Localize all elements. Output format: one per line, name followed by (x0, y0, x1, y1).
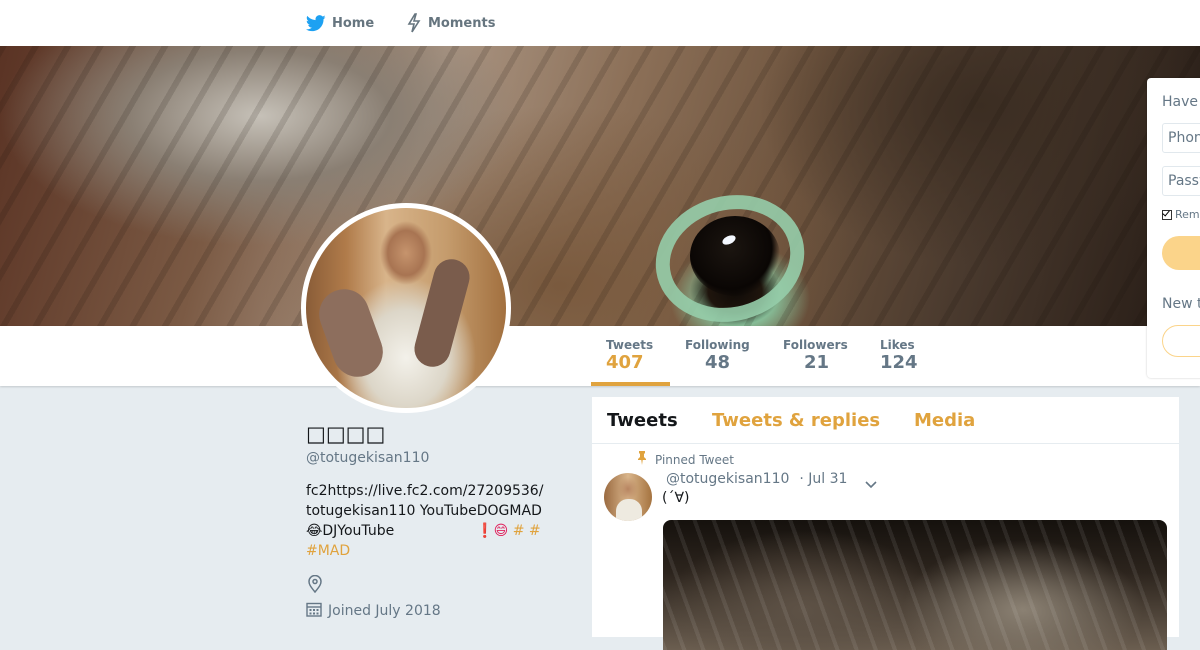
stat-value: 124 (880, 352, 918, 373)
joined-label: Joined July 2018 (328, 603, 441, 619)
phone-field[interactable]: Phon (1162, 123, 1200, 153)
login-title: Have (1162, 94, 1199, 110)
pinned-text: Pinned Tweet (655, 452, 734, 467)
profile-name: □□□□ (306, 422, 386, 446)
remember-label: Rem (1175, 208, 1200, 221)
bio-text: 😂DJYouTube (306, 523, 395, 539)
login-button[interactable] (1162, 236, 1200, 270)
tweet-date[interactable]: · Jul 31 (799, 471, 847, 487)
stat-label: Tweets (606, 338, 654, 352)
signup-button[interactable] (1162, 325, 1200, 357)
pinned-label: Pinned Tweet (637, 451, 734, 468)
remember-checkbox[interactable] (1162, 209, 1172, 220)
tab-tweets[interactable]: Tweets (607, 410, 678, 431)
lightning-icon (406, 13, 422, 33)
profile-avatar[interactable] (301, 203, 511, 413)
nav-home[interactable]: Home (306, 0, 374, 46)
active-stat-underline (591, 382, 670, 386)
profile-nav-bar (0, 326, 1200, 386)
tweet-text: (´∀) (662, 490, 690, 506)
bio-line: totugekisan110 YouTubeDOGMAD (306, 503, 542, 519)
top-nav: Home Moments (0, 0, 1200, 47)
stat-following[interactable]: Following 48 (685, 338, 750, 374)
timeline: Tweets Tweets & replies Media Pinned Twe… (592, 397, 1179, 650)
tweet-handle[interactable]: @totugekisan110 (666, 471, 789, 487)
nav-moments-label: Moments (428, 15, 496, 31)
joined-date: Joined July 2018 (306, 601, 441, 621)
location-icon (307, 574, 323, 597)
bio-line: fc2https://live.fc2.com/27209536/ (306, 483, 544, 499)
bio-hashtag[interactable]: # # (513, 523, 541, 539)
stat-likes[interactable]: Likes 124 (880, 338, 918, 374)
signup-prompt: New t (1162, 296, 1200, 312)
remember-me[interactable]: Rem (1162, 208, 1200, 221)
stat-value: 21 (804, 352, 830, 373)
pin-icon (637, 451, 647, 468)
stat-label: Followers (783, 338, 848, 352)
tab-media[interactable]: Media (914, 410, 975, 431)
stat-value: 48 (705, 352, 731, 373)
timeline-tabs: Tweets Tweets & replies Media (592, 397, 1179, 444)
stat-followers[interactable]: Followers 21 (783, 338, 848, 374)
twitter-bird-icon (306, 14, 326, 32)
tweet-avatar[interactable] (604, 473, 652, 521)
stat-tweets[interactable]: Tweets 407 (606, 338, 653, 374)
bio-line: 😂DJYouTube ❗😄 # # (306, 521, 554, 541)
chevron-down-icon[interactable] (864, 475, 878, 494)
nav-home-label: Home (332, 15, 375, 31)
password-field[interactable]: Passw (1162, 166, 1200, 196)
login-card: Have Phon Passw Rem New t (1147, 78, 1200, 378)
stat-label: Following (685, 338, 750, 352)
stat-value: 407 (606, 352, 644, 373)
bio-hashtag[interactable]: #MAD (306, 541, 554, 561)
profile-banner (0, 46, 1200, 326)
nav-moments[interactable]: Moments (406, 0, 495, 46)
tweet-media-image[interactable] (663, 520, 1167, 650)
calendar-icon (306, 601, 322, 621)
stat-label: Likes (880, 338, 915, 352)
profile-handle[interactable]: @totugekisan110 (306, 450, 429, 466)
tweet-header: @totugekisan110 · Jul 31 (666, 471, 847, 487)
bio-emoji: ❗😄 (476, 523, 509, 539)
profile-bio: fc2https://live.fc2.com/27209536/ totuge… (306, 481, 554, 561)
tab-tweets-replies[interactable]: Tweets & replies (712, 410, 880, 431)
avatar-photo (306, 208, 506, 408)
